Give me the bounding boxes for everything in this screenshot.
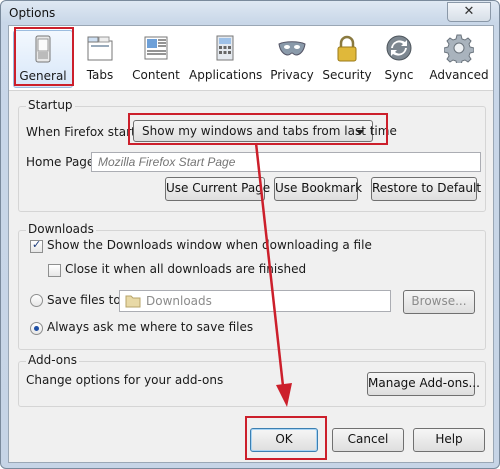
show-downloads-checkbox[interactable] (30, 238, 43, 253)
always-ask-label: Always ask me where to save files (47, 320, 254, 334)
close-when-finished-checkbox[interactable] (48, 264, 61, 277)
cancel-button[interactable]: Cancel (332, 428, 404, 452)
downloads-group-label: Downloads (26, 222, 96, 236)
tab-content[interactable]: Content (129, 30, 183, 86)
window-title: Options (9, 6, 56, 20)
always-ask-radio[interactable] (30, 322, 43, 335)
title-bar[interactable]: Options ✕ (1, 1, 499, 25)
general-tab-highlight (14, 27, 74, 86)
use-bookmark-button[interactable]: Use Bookmark (274, 177, 362, 201)
ok-button-highlight (245, 416, 327, 460)
sync-icon (386, 35, 412, 61)
save-files-label: Save files to (47, 293, 121, 307)
browse-button[interactable]: Browse... (403, 290, 475, 314)
dialog-body: General Tabs Content Applications Privac… (8, 25, 494, 463)
tab-sync[interactable]: Sync (379, 30, 419, 86)
tab-label: Privacy (270, 68, 314, 82)
save-folder-value: Downloads (146, 294, 212, 308)
tab-label: Content (132, 68, 180, 82)
content-icon (144, 36, 168, 60)
home-page-label: Home Page: (26, 155, 99, 169)
mask-icon (278, 41, 306, 56)
tab-label: Tabs (86, 68, 114, 82)
tab-label: Applications (189, 68, 263, 82)
padlock-icon (337, 35, 357, 62)
tab-applications[interactable]: Applications (189, 30, 263, 86)
tab-security[interactable]: Security (321, 30, 373, 86)
close-when-finished-label: Close it when all downloads are finished (65, 262, 307, 276)
options-window: Options ✕ General Tabs Content Applicati… (0, 0, 500, 469)
startup-group-label: Startup (26, 98, 75, 112)
use-current-page-button[interactable]: Use Current Page (165, 177, 270, 201)
applications-icon (216, 35, 234, 61)
tab-advanced[interactable]: Advanced (429, 30, 489, 86)
close-icon: ✕ (463, 4, 475, 19)
addons-description: Change options for your add-ons (26, 373, 224, 387)
gear-icon (444, 34, 474, 63)
show-downloads-label: Show the Downloads window when downloadi… (47, 238, 372, 252)
preferences-toolbar: General Tabs Content Applications Privac… (9, 26, 493, 91)
tab-label: Advanced (429, 68, 489, 82)
folder-icon (125, 295, 141, 308)
addons-group-label: Add-ons (26, 353, 79, 367)
tab-privacy[interactable]: Privacy (269, 30, 315, 86)
close-button[interactable]: ✕ (447, 2, 491, 22)
save-files-radio[interactable] (30, 294, 43, 307)
tab-label: Security (322, 68, 372, 82)
manage-addons-button[interactable]: Manage Add-ons... (367, 372, 480, 396)
startup-select-highlight (128, 113, 388, 145)
tabs-icon (87, 36, 113, 61)
save-folder-field: Downloads (119, 290, 391, 312)
tab-label: Sync (384, 68, 414, 82)
tab-tabs[interactable]: Tabs (77, 30, 123, 86)
restore-default-button[interactable]: Restore to Default (371, 177, 481, 201)
help-button[interactable]: Help (413, 428, 485, 452)
home-page-input[interactable] (91, 152, 481, 172)
